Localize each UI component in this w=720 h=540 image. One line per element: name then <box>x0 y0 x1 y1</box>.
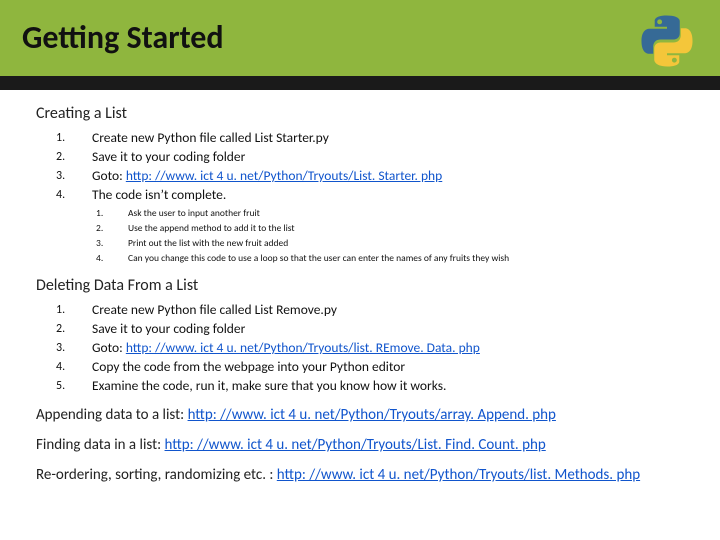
link-list-methods[interactable]: http: //www. ict 4 u. net/Python/Tryouts… <box>277 466 640 484</box>
header-band: Getting Started <box>0 0 720 90</box>
list-item: Create new Python file called List Remov… <box>56 301 694 319</box>
content: Creating a List Create new Python file c… <box>0 90 720 485</box>
para-reorder: Re-ordering, sorting, randomizing etc. :… <box>36 465 694 485</box>
list-text: Create new Python file called List Start… <box>92 129 329 147</box>
list-item: Print out the list with the new fruit ad… <box>96 236 694 251</box>
list-text: Examine the code, run it, make sure that… <box>92 377 446 395</box>
create-list: Create new Python file called List Start… <box>46 129 694 204</box>
python-logo-icon <box>640 14 694 68</box>
link-list-find[interactable]: http: //www. ict 4 u. net/Python/Tryouts… <box>165 436 546 454</box>
list-item: Create new Python file called List Start… <box>56 129 694 147</box>
para-prefix: Appending data to a list: <box>36 406 188 424</box>
list-text: Goto: <box>92 339 126 356</box>
link-list-remove[interactable]: http: //www. ict 4 u. net/Python/Tryouts… <box>126 339 480 356</box>
link-array-append[interactable]: http: //www. ict 4 u. net/Python/Tryouts… <box>188 406 556 424</box>
para-prefix: Re-ordering, sorting, randomizing etc. : <box>36 466 277 484</box>
list-text: Save it to your coding folder <box>92 320 245 338</box>
list-item: Goto: http: //www. ict 4 u. net/Python/T… <box>56 167 694 185</box>
para-find: Finding data in a list: http: //www. ict… <box>36 435 694 455</box>
link-list-starter[interactable]: http: //www. ict 4 u. net/Python/Tryouts… <box>126 167 442 184</box>
list-item: Ask the user to input another fruit <box>96 206 694 221</box>
list-text: Use the append method to add it to the l… <box>128 221 295 236</box>
list-item: The code isn’t complete. <box>56 186 694 204</box>
list-text: Copy the code from the webpage into your… <box>92 358 405 376</box>
list-item: Save it to your coding folder <box>56 148 694 166</box>
para-append: Appending data to a list: http: //www. i… <box>36 405 694 425</box>
list-item: Copy the code from the webpage into your… <box>56 358 694 376</box>
list-item: Goto: http: //www. ict 4 u. net/Python/T… <box>56 339 694 357</box>
list-text: Create new Python file called List Remov… <box>92 301 337 319</box>
delete-list: Create new Python file called List Remov… <box>46 301 694 395</box>
page-title: Getting Started <box>22 18 720 57</box>
list-item: Use the append method to add it to the l… <box>96 221 694 236</box>
section-heading-delete: Deleting Data From a List <box>36 276 694 295</box>
list-text: Ask the user to input another fruit <box>128 206 260 221</box>
list-text: Save it to your coding folder <box>92 148 245 166</box>
list-item: Can you change this code to use a loop s… <box>96 251 694 266</box>
create-sub-list: Ask the user to input another fruit Use … <box>46 206 694 266</box>
section-heading-create: Creating a List <box>36 104 694 123</box>
list-text: Can you change this code to use a loop s… <box>128 251 509 266</box>
list-text: The code isn’t complete. <box>92 186 226 204</box>
list-text: Goto: <box>92 167 126 184</box>
para-prefix: Finding data in a list: <box>36 436 165 454</box>
list-text: Print out the list with the new fruit ad… <box>128 236 288 251</box>
list-item: Examine the code, run it, make sure that… <box>56 377 694 395</box>
list-item: Save it to your coding folder <box>56 320 694 338</box>
